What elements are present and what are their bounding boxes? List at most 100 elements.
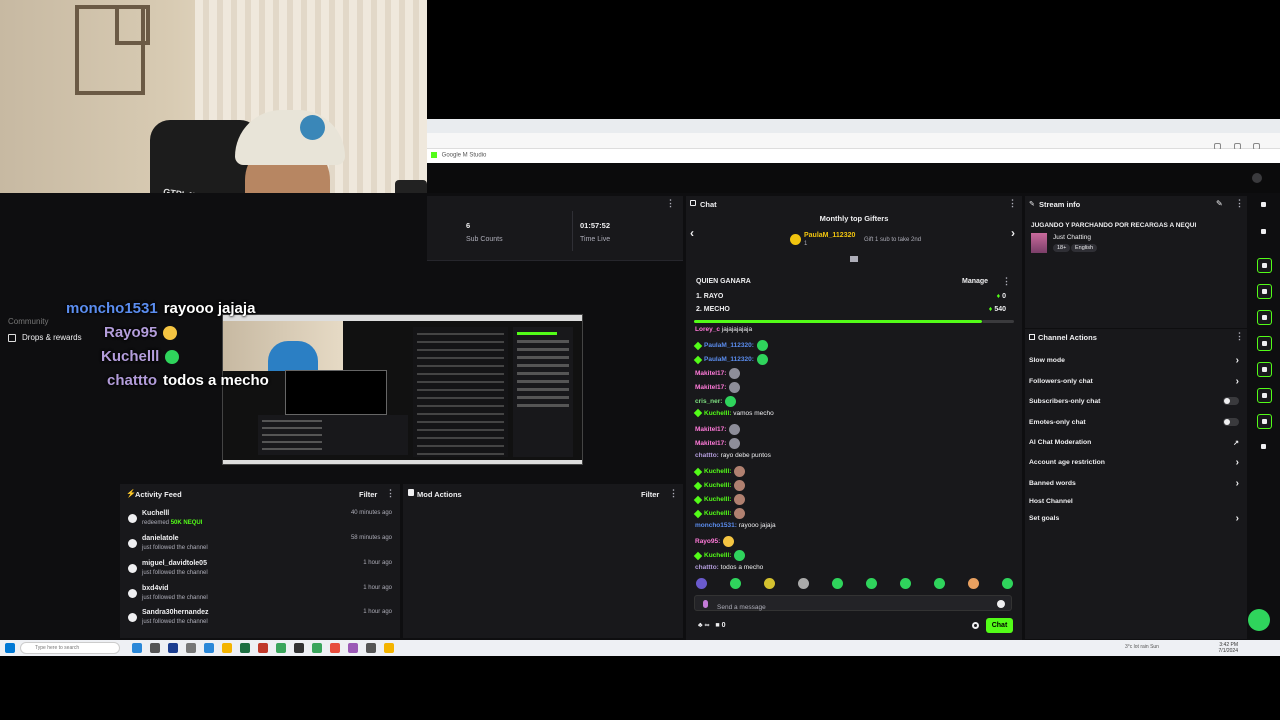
rail-fullscreen-icon[interactable] <box>1257 258 1272 273</box>
chevron-right-icon[interactable]: › <box>1236 376 1239 387</box>
channel-action-emotes-only-chat[interactable]: Emotes-only chat <box>1029 418 1243 426</box>
app-icon[interactable] <box>186 643 196 653</box>
chrome-icon[interactable] <box>222 643 232 653</box>
channel-action-account-age-restriction[interactable]: Account age restriction › <box>1029 457 1243 468</box>
toggle-switch[interactable] <box>1223 418 1239 426</box>
rail-link-icon[interactable] <box>1257 362 1272 377</box>
emote-shortcut-icon[interactable] <box>798 578 809 589</box>
toggle-switch[interactable] <box>1223 397 1239 405</box>
chat-username[interactable]: Kuchelll: <box>704 482 731 489</box>
stats-menu-button[interactable]: ⋮ <box>666 198 675 209</box>
channel-actions-menu-button[interactable]: ⋮ <box>1235 331 1244 342</box>
activity-menu-button[interactable]: ⋮ <box>386 488 395 499</box>
emote-shortcut-icon[interactable] <box>1002 578 1013 589</box>
app-icon[interactable] <box>366 643 376 653</box>
chat-username[interactable]: Kuchelll: <box>704 510 731 517</box>
chat-username[interactable]: moncho1531: <box>695 522 737 529</box>
emote-shortcut-icon[interactable] <box>764 578 775 589</box>
chat-username[interactable]: Makitel17: <box>695 384 726 391</box>
mod-filter-button[interactable]: Filter <box>641 490 659 499</box>
app-icon[interactable] <box>258 643 268 653</box>
app-icon[interactable] <box>204 643 214 653</box>
chevron-left-icon[interactable]: ‹ <box>690 226 694 240</box>
emote-shortcut-icon[interactable] <box>730 578 741 589</box>
chat-username[interactable]: PaulaM_112320: <box>704 342 754 349</box>
chat-username[interactable]: Kuchelll: <box>704 496 731 503</box>
chat-username[interactable]: chattto: <box>695 564 719 571</box>
chat-username[interactable]: Makitel17: <box>695 426 726 433</box>
chevron-right-icon[interactable]: › <box>1236 513 1239 524</box>
emote-shortcut-icon[interactable] <box>900 578 911 589</box>
activity-filter-button[interactable]: Filter <box>359 490 377 499</box>
stream-info-menu-button[interactable]: ⋮ <box>1235 198 1244 209</box>
app-icon[interactable] <box>348 643 358 653</box>
app-icon[interactable] <box>312 643 322 653</box>
chat-input[interactable] <box>695 600 975 611</box>
poll-manage-button[interactable]: Manage <box>962 278 988 285</box>
channel-action-host-channel[interactable]: Host Channel <box>1029 498 1243 505</box>
chat-username[interactable]: Lorey_c <box>695 326 720 333</box>
chat-username[interactable]: Kuchelll: <box>704 410 731 417</box>
rail-box-icon[interactable] <box>1257 388 1272 403</box>
chevron-right-icon[interactable]: › <box>1011 226 1015 240</box>
chevron-right-icon[interactable]: › <box>1236 355 1239 366</box>
top-gifter-name[interactable]: PaulaM_112320 <box>804 232 855 239</box>
excel-icon[interactable] <box>240 643 250 653</box>
task-view-icon[interactable] <box>150 643 160 653</box>
rail-users-icon[interactable] <box>1257 440 1272 455</box>
channel-action-slow-mode[interactable]: Slow mode › <box>1029 355 1243 366</box>
poll-menu-button[interactable]: ⋮ <box>1002 276 1011 287</box>
app-icon[interactable] <box>276 643 286 653</box>
chat-menu-button[interactable]: ⋮ <box>1008 198 1017 209</box>
emote-shortcut-icon[interactable] <box>696 578 707 589</box>
mod-menu-button[interactable]: ⋮ <box>669 488 678 499</box>
stream-category[interactable]: Just Chatting <box>1053 234 1091 241</box>
rail-pencil-icon[interactable] <box>1257 225 1272 240</box>
chat-input-box[interactable] <box>694 595 1012 611</box>
mic-icon[interactable] <box>703 600 708 608</box>
emoji-icon[interactable] <box>997 600 1005 608</box>
taskbar-clock[interactable]: 3:42 PM 7/1/2024 <box>1219 642 1238 654</box>
chat-username[interactable]: Makitel17: <box>695 440 726 447</box>
support-chat-button[interactable] <box>1248 609 1270 631</box>
chat-username[interactable]: Kuchelll: <box>704 552 731 559</box>
channel-action-set-goals[interactable]: Set goals › <box>1029 513 1243 524</box>
edge-icon[interactable] <box>132 643 142 653</box>
windows-start-icon[interactable] <box>5 643 15 653</box>
emote-shortcut-icon[interactable] <box>968 578 979 589</box>
gift-icon[interactable]: ■ <box>715 622 719 629</box>
rail-wrench-icon[interactable] <box>1257 414 1272 429</box>
chat-username[interactable]: Kuchelll: <box>704 468 731 475</box>
channel-action-followers-only-chat[interactable]: Followers-only chat › <box>1029 376 1243 387</box>
chevron-right-icon[interactable]: › <box>1236 478 1239 489</box>
chat-username[interactable]: Makitel17: <box>695 370 726 377</box>
chat-username[interactable]: PaulaM_112320: <box>704 356 754 363</box>
app-icon[interactable] <box>168 643 178 653</box>
external-link-icon[interactable]: ↗ <box>1233 439 1239 447</box>
obs-icon[interactable] <box>294 643 304 653</box>
channel-action-subscribers-only-chat[interactable]: Subscribers-only chat <box>1029 397 1243 405</box>
emote-shortcut-icon[interactable] <box>832 578 843 589</box>
users-icon[interactable]: ♣ <box>698 622 703 629</box>
rail-chat-icon[interactable] <box>1257 336 1272 351</box>
nav-community[interactable]: Community <box>8 317 48 326</box>
rail-clipboard-icon[interactable] <box>1257 310 1272 325</box>
app-icon[interactable] <box>330 643 340 653</box>
bookmark-link[interactable]: Google M Studio <box>442 153 487 159</box>
channel-action-banned-words[interactable]: Banned words › <box>1029 478 1243 489</box>
rail-record-icon[interactable] <box>1257 198 1272 213</box>
emote-shortcut-icon[interactable] <box>934 578 945 589</box>
chat-username[interactable]: cris_ner: <box>695 398 722 405</box>
pin-icon[interactable] <box>850 256 858 262</box>
chat-username[interactable]: Rayo95: <box>695 538 720 545</box>
emote-shortcut-icon[interactable] <box>866 578 877 589</box>
chevron-right-icon[interactable]: › <box>1236 457 1239 468</box>
user-avatar[interactable] <box>1252 173 1262 183</box>
gear-icon[interactable] <box>972 622 979 629</box>
taskbar-search[interactable]: Type here to search <box>20 642 120 654</box>
chat-username[interactable]: chattto: <box>695 452 719 459</box>
chat-send-button[interactable]: Chat <box>986 618 1013 633</box>
chrome-icon[interactable] <box>384 643 394 653</box>
rail-lightning-icon[interactable] <box>1257 284 1272 299</box>
edit-icon[interactable]: ✎ <box>1216 199 1223 208</box>
